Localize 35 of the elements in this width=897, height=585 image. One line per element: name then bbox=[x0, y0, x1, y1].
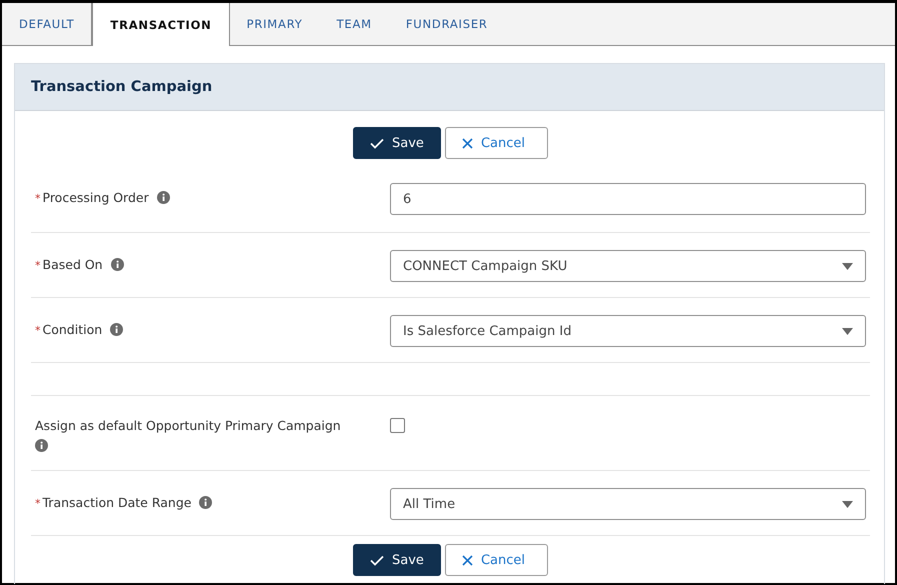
panel-title: Transaction Campaign bbox=[31, 79, 212, 95]
tab[interactable]: TEAM bbox=[320, 3, 389, 45]
cancel-button[interactable]: Cancel bbox=[444, 544, 548, 576]
tab[interactable]: TRANSACTION bbox=[92, 3, 230, 46]
close-icon bbox=[462, 138, 473, 148]
info-icon[interactable] bbox=[199, 496, 212, 509]
close-icon bbox=[462, 554, 473, 566]
check-icon bbox=[370, 554, 384, 566]
field-label: * Processing Order bbox=[35, 190, 149, 205]
field-label: Assign as default Opportunity Primary Campaign bbox=[35, 418, 341, 433]
field-label: * Based On bbox=[35, 257, 103, 272]
checkbox[interactable] bbox=[390, 418, 405, 433]
save-button[interactable]: Save bbox=[353, 544, 441, 576]
input-field[interactable]: 6 bbox=[390, 183, 866, 215]
dropdown-field[interactable]: CONNECT Campaign SKU bbox=[390, 250, 866, 282]
dropdown-field[interactable]: All Time bbox=[390, 488, 866, 520]
info-icon[interactable] bbox=[110, 258, 124, 271]
check-icon bbox=[370, 138, 384, 148]
tab[interactable]: FUNDRAISER bbox=[388, 3, 505, 45]
required-mark: * bbox=[35, 192, 40, 205]
save-button[interactable]: Save bbox=[353, 127, 441, 159]
cancel-button[interactable]: Cancel bbox=[444, 127, 548, 159]
required-mark: * bbox=[35, 497, 40, 510]
info-icon[interactable] bbox=[156, 191, 170, 204]
required-mark: * bbox=[35, 259, 40, 272]
required-mark: * bbox=[35, 324, 40, 337]
caret-icon bbox=[842, 262, 853, 270]
field-label: * Condition bbox=[35, 322, 102, 337]
caret-icon bbox=[842, 500, 853, 508]
info-icon[interactable] bbox=[110, 323, 124, 336]
dropdown-field[interactable]: Is Salesforce Campaign Id bbox=[390, 315, 866, 347]
info-icon[interactable] bbox=[35, 439, 48, 452]
field-label: * Transaction Date Range bbox=[35, 495, 192, 510]
tab[interactable]: PRIMARY bbox=[230, 3, 320, 45]
caret-icon bbox=[842, 328, 853, 334]
